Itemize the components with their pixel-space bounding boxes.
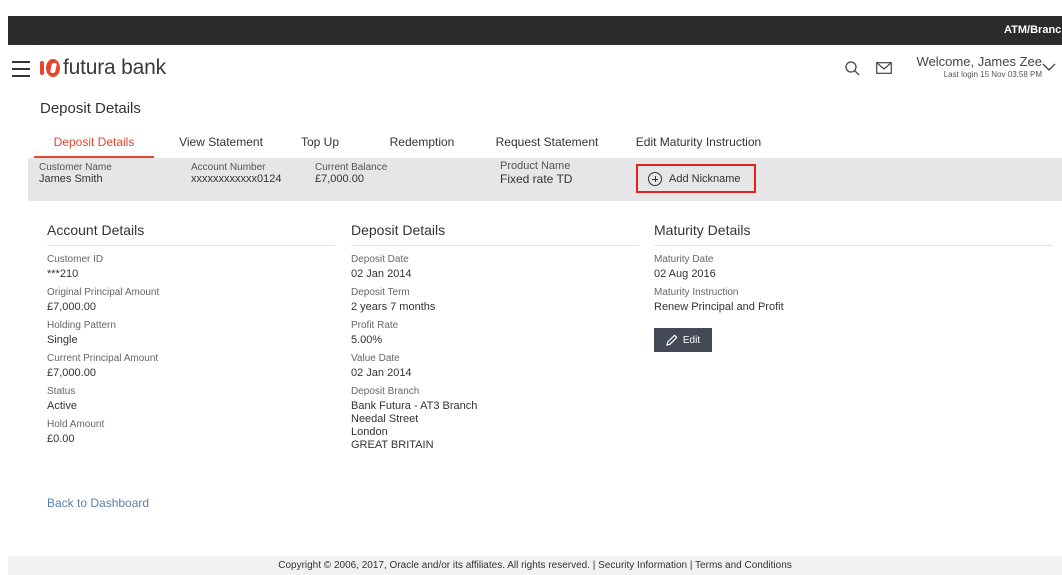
logo-icon [40, 58, 60, 78]
hamburger-icon[interactable] [12, 61, 30, 77]
welcome-text: Welcome, James Zee [916, 54, 1042, 69]
tab-request-statement[interactable]: Request Statement [492, 134, 602, 158]
tab-redemption[interactable]: Redemption [377, 134, 467, 158]
field-profit-rate: Profit Rate 5.00% [351, 320, 399, 346]
account-summary-bar: Customer Name James Smith Account Number… [28, 158, 1062, 201]
maturity-details-section: Maturity Details Maturity Date 02 Aug 20… [654, 222, 1052, 352]
summary-current-balance: Current Balance £7,000.00 [315, 162, 388, 185]
field-current-principal: Current Principal Amount £7,000.00 [47, 353, 159, 379]
field-original-principal: Original Principal Amount £7,000.00 [47, 287, 160, 313]
tab-view-statement[interactable]: View Statement [171, 134, 271, 158]
search-icon[interactable] [844, 60, 860, 76]
header: futura bank Welcome, James Zee Last logi… [8, 45, 1062, 95]
atm-branch-link[interactable]: ATM/Branch [1004, 16, 1062, 45]
app-frame: ATM/Branch futura bank Welcome, James Ze… [8, 16, 1062, 575]
summary-account-number: Account Number xxxxxxxxxxxx0124 [191, 162, 282, 185]
pencil-icon [666, 334, 678, 346]
deposit-details-section: Deposit Details Deposit Date 02 Jan 2014… [351, 222, 639, 451]
add-circle-icon [648, 171, 662, 186]
field-deposit-branch: Deposit Branch Bank Futura - AT3 Branch … [351, 386, 478, 451]
top-bar: ATM/Branch [8, 16, 1062, 45]
brand-logo[interactable]: futura bank [40, 56, 166, 80]
back-to-dashboard-link[interactable]: Back to Dashboard [47, 496, 149, 510]
field-deposit-date: Deposit Date 02 Jan 2014 [351, 254, 412, 280]
add-nickname-button[interactable]: Add Nickname [636, 164, 756, 193]
maturity-details-title: Maturity Details [654, 222, 1052, 246]
field-hold-amount: Hold Amount £0.00 [47, 419, 105, 445]
edit-button-label: Edit [682, 334, 701, 346]
footer: Copyright © 2006, 2017, Oracle and/or it… [8, 556, 1062, 575]
tab-edit-maturity-instruction[interactable]: Edit Maturity Instruction [626, 134, 771, 158]
tab-deposit-details[interactable]: Deposit Details [34, 134, 154, 158]
brand-name: futura bank [63, 56, 166, 79]
chevron-down-icon[interactable] [1042, 62, 1056, 72]
tab-top-up[interactable]: Top Up [296, 134, 344, 158]
tab-bar: Deposit Details View Statement Top Up Re… [34, 134, 1044, 158]
account-details-section: Account Details Customer ID ***210 Origi… [47, 222, 335, 447]
account-details-title: Account Details [47, 222, 335, 246]
page-title: Deposit Details [40, 100, 141, 117]
mail-icon[interactable] [876, 62, 892, 74]
summary-product-name: Product Name Fixed rate TD [500, 160, 573, 186]
summary-customer-name: Customer Name James Smith [39, 162, 112, 185]
user-menu[interactable]: Welcome, James Zee Last login 15 Nov 03:… [912, 54, 1042, 80]
field-holding-pattern: Holding Pattern Single [47, 320, 116, 346]
edit-maturity-button[interactable]: Edit [654, 328, 712, 352]
field-maturity-date: Maturity Date 02 Aug 2016 [654, 254, 716, 280]
add-nickname-label: Add Nickname [669, 172, 741, 185]
field-customer-id: Customer ID ***210 [47, 254, 104, 280]
field-status: Status Active [47, 386, 77, 412]
field-deposit-term: Deposit Term 2 years 7 months [351, 287, 436, 313]
field-value-date: Value Date 02 Jan 2014 [351, 353, 412, 379]
deposit-details-title: Deposit Details [351, 222, 639, 246]
field-maturity-instruction: Maturity Instruction Renew Principal and… [654, 287, 784, 313]
last-login-text: Last login 15 Nov 03:58 PM [943, 70, 1042, 79]
